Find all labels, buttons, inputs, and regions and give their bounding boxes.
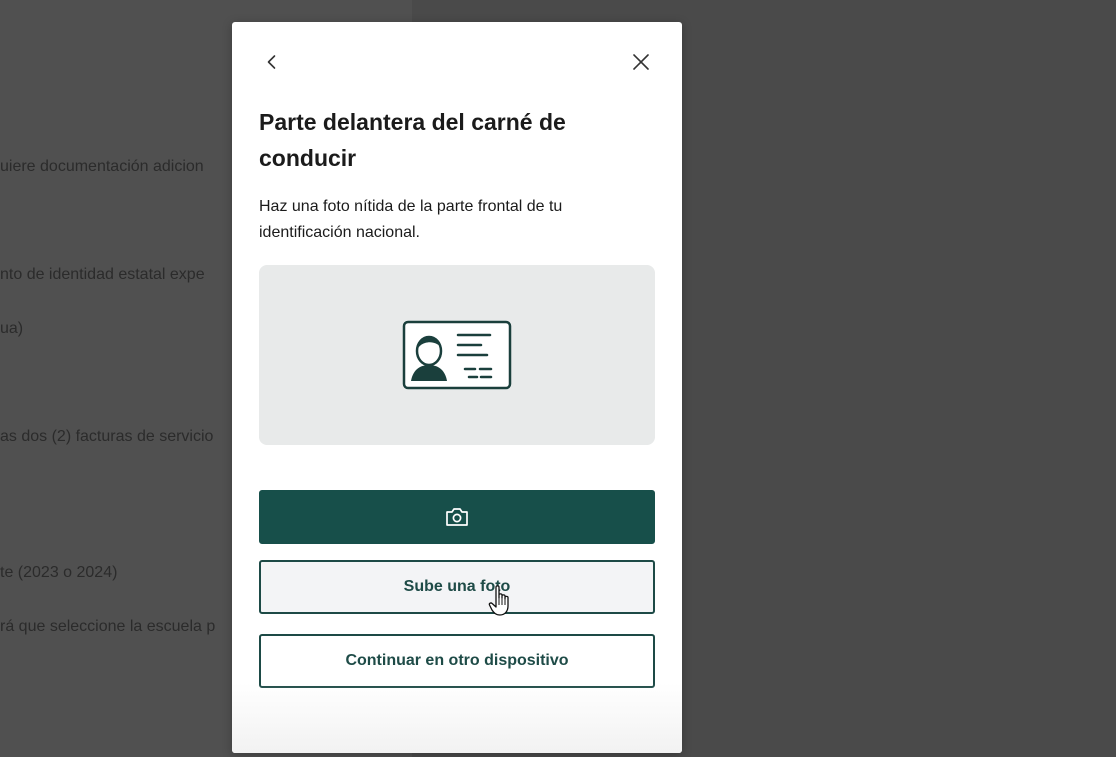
dialog-description: Haz una foto nítida de la parte frontal … bbox=[259, 198, 563, 241]
close-button[interactable] bbox=[627, 48, 655, 76]
id-card-icon bbox=[402, 320, 512, 390]
take-photo-button[interactable] bbox=[259, 490, 655, 544]
camera-icon bbox=[446, 508, 468, 526]
chevron-left-icon bbox=[267, 55, 276, 69]
continue-other-device-button[interactable]: Continuar en otro dispositivo bbox=[259, 634, 655, 688]
close-icon bbox=[633, 54, 649, 70]
background-text-line: nto de identidad estatal expe bbox=[0, 266, 205, 283]
background-text-line: uiere documentación adicion bbox=[0, 158, 204, 175]
background-text-line: te (2023 o 2024) bbox=[0, 564, 118, 581]
dialog-title: Parte delantera del carné de conducir bbox=[259, 109, 566, 171]
id-card-illustration bbox=[259, 265, 655, 445]
upload-photo-button[interactable]: Sube una foto bbox=[259, 560, 655, 614]
back-button[interactable] bbox=[258, 48, 286, 76]
background-text-line: as dos (2) facturas de servicio bbox=[0, 428, 214, 445]
background-text-line: rá que seleccione la escuela p bbox=[0, 618, 216, 635]
id-capture-dialog: Parte delantera del carné de conducir Ha… bbox=[232, 22, 682, 753]
dialog-bottom-fade bbox=[232, 683, 682, 753]
background-text-line: ua) bbox=[0, 320, 24, 337]
